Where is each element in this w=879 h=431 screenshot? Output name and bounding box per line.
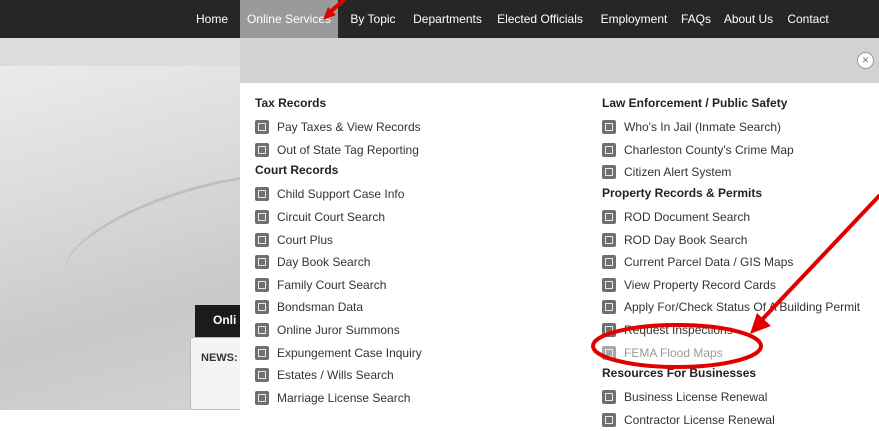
house-icon — [602, 277, 616, 292]
menu-link-label: ROD Document Search — [624, 210, 751, 225]
family-court-icon — [255, 277, 269, 292]
menu-link-expungement-case-inquiry[interactable]: Expungement Case Inquiry — [255, 341, 422, 364]
jail-icon — [602, 120, 616, 135]
nav-online-services[interactable]: Online Services — [240, 0, 338, 38]
menu-link-rod-document-search[interactable]: ROD Document Search — [602, 206, 860, 229]
menu-link-label: Current Parcel Data / GIS Maps — [624, 255, 794, 270]
menu-link-label: Business License Renewal — [624, 390, 768, 405]
menu-heading-property-records-permits: Property Records & Permits — [602, 185, 763, 200]
menu-link-fema-flood-maps[interactable]: FEMA Flood Maps — [602, 341, 860, 364]
calculator-icon — [255, 120, 269, 135]
menu-link-court-plus[interactable]: Court Plus — [255, 228, 422, 251]
menu-link-label: Expungement Case Inquiry — [277, 345, 422, 360]
flood-map-icon — [602, 345, 616, 360]
main-nav: Home Online Services By Topic Department… — [0, 0, 879, 38]
estate-icon — [255, 368, 269, 383]
nav-home[interactable]: Home — [190, 0, 234, 38]
permit-icon — [602, 300, 616, 315]
background-tab[interactable]: Onli — [195, 305, 245, 337]
menu-link-rod-day-book-search[interactable]: ROD Day Book Search — [602, 228, 860, 251]
book-icon — [602, 232, 616, 247]
court-plus-icon — [255, 232, 269, 247]
menu-link-label: Pay Taxes & View Records — [277, 120, 421, 135]
menu-link-child-support-case-info[interactable]: Child Support Case Info — [255, 183, 422, 206]
menu-link-label: Request Inspections — [624, 323, 733, 338]
menu-link-view-property-record-cards[interactable]: View Property Record Cards — [602, 274, 860, 297]
menu-link-label: ROD Day Book Search — [624, 232, 748, 247]
menu-link-request-inspections[interactable]: Request Inspections — [602, 319, 860, 342]
business-icon — [602, 390, 616, 405]
menu-link-pay-taxes-view-records[interactable]: Pay Taxes & View Records — [255, 116, 422, 139]
menu-link-who-s-in-jail-inmate-search[interactable]: Who's In Jail (Inmate Search) — [602, 116, 860, 139]
menu-link-label: Who's In Jail (Inmate Search) — [624, 120, 782, 135]
menu-link-label: Court Plus — [277, 232, 334, 247]
crime-map-icon — [602, 142, 616, 157]
juror-icon — [255, 323, 269, 338]
nav-departments[interactable]: Departments — [408, 0, 487, 38]
menu-link-label: Online Juror Summons — [277, 323, 400, 338]
menu-link-marriage-license-search[interactable]: Marriage License Search — [255, 387, 422, 410]
map-icon — [602, 255, 616, 270]
menu-link-bondsman-data[interactable]: Bondsman Data — [255, 296, 422, 319]
menu-column-left: Tax Records Pay Taxes & View Records Out o… — [255, 94, 422, 409]
dropdown-header-band — [240, 38, 879, 83]
menu-heading-law-enforcement-public-safety: Law Enforcement / Public Safety — [602, 96, 788, 110]
menu-column-right: Law Enforcement / Public Safety Who's In … — [602, 94, 860, 431]
marriage-icon — [255, 390, 269, 405]
menu-link-label: Estates / Wills Search — [277, 368, 394, 383]
data-icon — [255, 300, 269, 315]
menu-link-label: Bondsman Data — [277, 300, 364, 315]
close-icon[interactable]: ✕ — [857, 52, 874, 69]
nav-faqs[interactable]: FAQs — [678, 0, 714, 38]
nav-by-topic[interactable]: By Topic — [343, 0, 403, 38]
menu-link-label: Family Court Search — [277, 277, 387, 292]
menu-link-business-license-renewal[interactable]: Business License Renewal — [602, 386, 860, 409]
menu-link-citizen-alert-system[interactable]: Citizen Alert System — [602, 161, 860, 184]
news-panel: NEWS: — [190, 337, 245, 410]
menu-link-family-court-search[interactable]: Family Court Search — [255, 274, 422, 297]
menu-link-label: View Property Record Cards — [624, 277, 776, 292]
menu-link-label: Contractor License Renewal — [624, 412, 775, 427]
menu-link-label: Out of State Tag Reporting — [277, 142, 419, 157]
alert-icon — [602, 165, 616, 180]
menu-link-circuit-court-search[interactable]: Circuit Court Search — [255, 206, 422, 229]
menu-link-label: Child Support Case Info — [277, 187, 405, 202]
menu-heading-resources-for-businesses: Resources For Businesses — [602, 365, 757, 380]
menu-link-charleston-county-s-crime-map[interactable]: Charleston County's Crime Map — [602, 139, 860, 162]
license-plate-icon — [255, 142, 269, 157]
menu-link-label: Apply For/Check Status Of A Building Per… — [624, 300, 861, 315]
person-search-icon — [255, 210, 269, 225]
menu-link-out-of-state-tag-reporting[interactable]: Out of State Tag Reporting — [255, 139, 422, 162]
menu-link-label: Citizen Alert System — [624, 165, 732, 180]
family-icon — [255, 187, 269, 202]
book-icon — [255, 255, 269, 270]
menu-link-label: Charleston County's Crime Map — [624, 142, 794, 157]
menu-heading-court-records: Court Records — [255, 163, 339, 178]
inspection-icon — [602, 323, 616, 338]
document-icon — [602, 210, 616, 225]
menu-link-estates-wills-search[interactable]: Estates / Wills Search — [255, 364, 422, 387]
menu-link-day-book-search[interactable]: Day Book Search — [255, 251, 422, 274]
nav-contact[interactable]: Contact — [782, 0, 834, 38]
menu-heading-tax-records: Tax Records — [255, 96, 327, 110]
nav-elected-officials[interactable]: Elected Officials — [491, 0, 589, 38]
menu-link-label: Marriage License Search — [277, 390, 411, 405]
menu-link-label: Day Book Search — [277, 255, 371, 270]
contractor-icon — [602, 412, 616, 427]
menu-link-online-juror-summons[interactable]: Online Juror Summons — [255, 319, 422, 342]
nav-about-us[interactable]: About Us — [720, 0, 777, 38]
menu-link-current-parcel-data-gis-maps[interactable]: Current Parcel Data / GIS Maps — [602, 251, 860, 274]
online-services-dropdown: ✕ Tax Records Pay Taxes & View Records Out… — [240, 38, 879, 427]
menu-link-label: Circuit Court Search — [277, 210, 386, 225]
nav-employment[interactable]: Employment — [596, 0, 672, 38]
menu-link-label: FEMA Flood Maps — [624, 345, 723, 360]
menu-link-contractor-license-renewal[interactable]: Contractor License Renewal — [602, 409, 860, 431]
news-label: NEWS: — [201, 352, 238, 364]
question-icon — [255, 345, 269, 360]
menu-link-apply-for-check-status-of-a-building-permit[interactable]: Apply For/Check Status Of A Building Per… — [602, 296, 860, 319]
